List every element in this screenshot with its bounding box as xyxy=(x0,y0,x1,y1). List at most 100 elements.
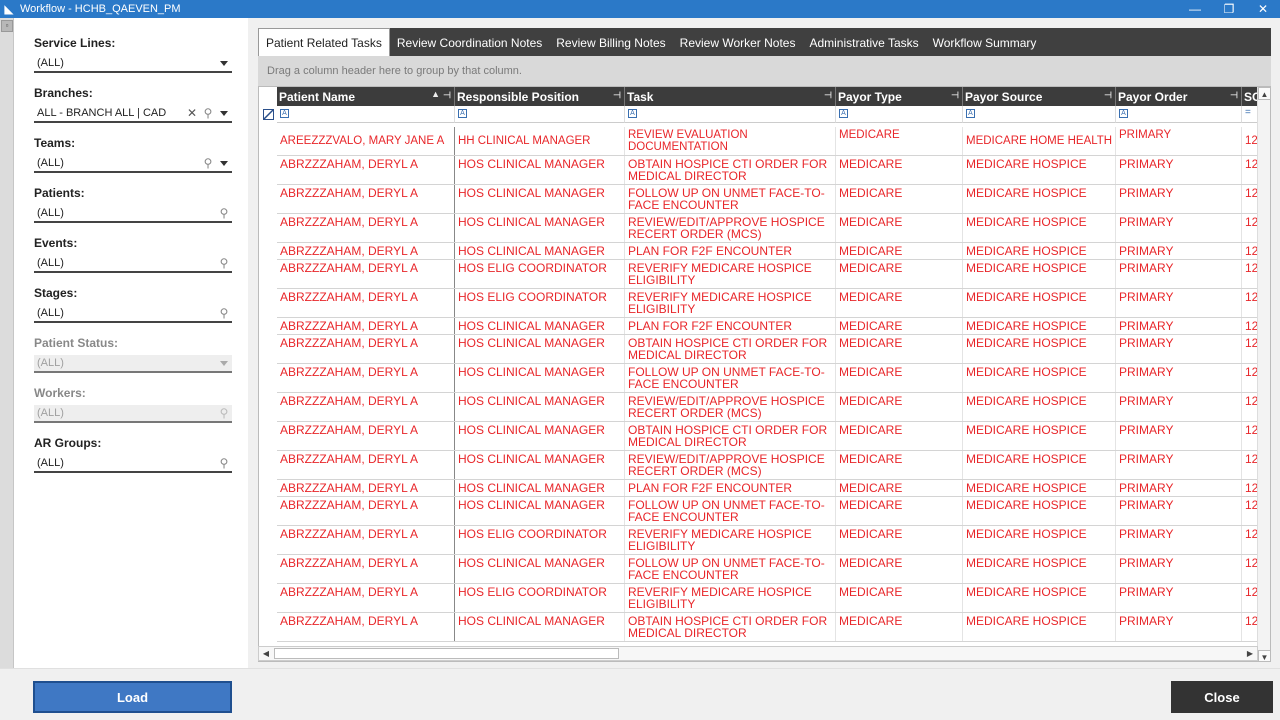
cell-payor-source[interactable]: MEDICARE HOSPICE xyxy=(963,318,1116,334)
search-icon[interactable]: ⚲ xyxy=(200,106,216,120)
cell-task[interactable]: PLAN FOR F2F ENCOUNTER xyxy=(625,480,836,496)
chevron-down-icon[interactable] xyxy=(220,60,228,66)
cell-payor-source[interactable]: MEDICARE HOSPICE xyxy=(963,526,1116,554)
cell-payor-source[interactable]: MEDICARE HOSPICE xyxy=(963,393,1116,421)
table-row[interactable]: ABRZZZAHAM, DERYL A HOS CLINICAL MANAGER O… xyxy=(277,335,1258,364)
cell-so[interactable]: 12/ xyxy=(1242,318,1258,334)
table-row[interactable]: ABRZZZAHAM, DERYL A HOS CLINICAL MANAGER P… xyxy=(277,318,1258,335)
cell-so[interactable]: 12/ xyxy=(1242,214,1258,242)
teams-dropdown[interactable]: (ALL) ⚲ xyxy=(34,155,232,173)
cell-payor-order[interactable]: PRIMARY xyxy=(1116,480,1242,496)
pin-icon[interactable]: ⊣ xyxy=(613,90,621,101)
search-icon[interactable]: ⚲ xyxy=(216,206,232,220)
cell-so[interactable]: 12/ xyxy=(1242,480,1258,496)
cell-payor-source[interactable]: MEDICARE HOSPICE xyxy=(963,584,1116,612)
cell-payor-order[interactable]: PRIMARY xyxy=(1116,526,1242,554)
cell-so[interactable]: 12/ xyxy=(1242,555,1258,583)
cell-responsible-position[interactable]: HOS CLINICAL MANAGER xyxy=(455,555,625,583)
scroll-up-icon[interactable]: ▲ xyxy=(1258,87,1270,100)
filter-operator-icon[interactable]: A xyxy=(458,109,467,118)
cell-payor-order[interactable]: PRIMARY xyxy=(1116,243,1242,259)
pin-panel-icon[interactable]: ▫ xyxy=(1,20,13,32)
cell-payor-order[interactable]: PRIMARY xyxy=(1116,289,1242,317)
cell-payor-order[interactable]: PRIMARY xyxy=(1116,451,1242,479)
cell-task[interactable]: REVERIFY MEDICARE HOSPICE ELIGIBILITY xyxy=(625,584,836,612)
cell-responsible-position[interactable]: HOS CLINICAL MANAGER xyxy=(455,156,625,184)
cell-payor-type[interactable]: MEDICARE xyxy=(836,185,963,213)
cell-payor-order[interactable]: PRIMARY xyxy=(1116,613,1242,641)
cell-task[interactable]: FOLLOW UP ON UNMET FACE-TO-FACE ENCOUNTE… xyxy=(625,364,836,392)
cell-responsible-position[interactable]: HOS CLINICAL MANAGER xyxy=(455,451,625,479)
cell-so[interactable]: 12/ xyxy=(1242,289,1258,317)
cell-payor-type[interactable]: MEDICARE xyxy=(836,422,963,450)
cell-task[interactable]: PLAN FOR F2F ENCOUNTER xyxy=(625,318,836,334)
cell-payor-type[interactable]: MEDICARE xyxy=(836,127,963,155)
table-row[interactable]: ABRZZZAHAM, DERYL A HOS CLINICAL MANAGER P… xyxy=(277,243,1258,260)
cell-payor-order[interactable]: PRIMARY xyxy=(1116,318,1242,334)
table-row[interactable]: ABRZZZAHAM, DERYL A HOS CLINICAL MANAGER R… xyxy=(277,214,1258,243)
cell-task[interactable]: FOLLOW UP ON UNMET FACE-TO-FACE ENCOUNTE… xyxy=(625,555,836,583)
branches-dropdown[interactable]: ALL - BRANCH ALL | CAD ✕ ⚲ xyxy=(34,105,232,123)
cell-responsible-position[interactable]: HOS CLINICAL MANAGER xyxy=(455,613,625,641)
filter-cell-payor-order[interactable]: A xyxy=(1116,106,1242,123)
maximize-button[interactable]: ❐ xyxy=(1212,0,1246,18)
cell-payor-source[interactable]: MEDICARE HOSPICE xyxy=(963,214,1116,242)
cell-payor-source[interactable]: MEDICARE HOSPICE xyxy=(963,422,1116,450)
cell-payor-type[interactable]: MEDICARE xyxy=(836,318,963,334)
table-row[interactable]: ABRZZZAHAM, DERYL A HOS CLINICAL MANAGER F… xyxy=(277,555,1258,584)
cell-responsible-position[interactable]: HOS CLINICAL MANAGER xyxy=(455,185,625,213)
column-header-payor-order[interactable]: Payor Order ⊣ xyxy=(1116,87,1242,106)
cell-patient-name[interactable]: ABRZZZAHAM, DERYL A xyxy=(277,214,455,242)
pin-icon[interactable]: ⊣ xyxy=(824,90,832,101)
column-header-payor-type[interactable]: Payor Type ⊣ xyxy=(836,87,963,106)
cell-payor-type[interactable]: MEDICARE xyxy=(836,393,963,421)
cell-payor-order[interactable]: PRIMARY xyxy=(1116,497,1242,525)
cell-patient-name[interactable]: ABRZZZAHAM, DERYL A xyxy=(277,497,455,525)
cell-payor-type[interactable]: MEDICARE xyxy=(836,156,963,184)
close-window-button[interactable]: ✕ xyxy=(1246,0,1280,18)
tab-administrative-tasks[interactable]: Administrative Tasks xyxy=(802,29,925,56)
cell-payor-type[interactable]: MEDICARE xyxy=(836,289,963,317)
table-row[interactable]: ABRZZZAHAM, DERYL A HOS CLINICAL MANAGER F… xyxy=(277,497,1258,526)
cell-responsible-position[interactable]: HOS ELIG COORDINATOR xyxy=(455,584,625,612)
equals-icon[interactable]: = xyxy=(1245,107,1251,118)
cell-responsible-position[interactable]: HOS CLINICAL MANAGER xyxy=(455,364,625,392)
cell-payor-source[interactable]: MEDICARE HOSPICE xyxy=(963,260,1116,288)
cell-responsible-position[interactable]: HOS ELIG COORDINATOR xyxy=(455,260,625,288)
chevron-down-icon[interactable] xyxy=(220,110,228,116)
cell-payor-type[interactable]: MEDICARE xyxy=(836,451,963,479)
column-header-payor-source[interactable]: Payor Source ⊣ xyxy=(963,87,1116,106)
cell-patient-name[interactable]: ABRZZZAHAM, DERYL A xyxy=(277,243,455,259)
filter-cell-responsible-position[interactable]: A xyxy=(455,106,625,123)
load-button[interactable]: Load xyxy=(33,681,232,713)
tab-patient-related-tasks[interactable]: Patient Related Tasks xyxy=(258,28,390,56)
cell-patient-name[interactable]: ABRZZZAHAM, DERYL A xyxy=(277,584,455,612)
table-row[interactable]: ABRZZZAHAM, DERYL A HOS CLINICAL MANAGER P… xyxy=(277,480,1258,497)
cell-responsible-position[interactable]: HOS CLINICAL MANAGER xyxy=(455,422,625,450)
table-row[interactable]: ABRZZZAHAM, DERYL A HOS ELIG COORDINATOR R… xyxy=(277,289,1258,318)
cell-payor-source[interactable]: MEDICARE HOSPICE xyxy=(963,451,1116,479)
cell-payor-type[interactable]: MEDICARE xyxy=(836,214,963,242)
cell-responsible-position[interactable]: HOS CLINICAL MANAGER xyxy=(455,497,625,525)
cell-so[interactable]: 12/ xyxy=(1242,451,1258,479)
pin-icon[interactable]: ⊣ xyxy=(951,90,959,101)
cell-payor-order[interactable]: PRIMARY xyxy=(1116,335,1242,363)
cell-task[interactable]: REVERIFY MEDICARE HOSPICE ELIGIBILITY xyxy=(625,289,836,317)
pin-icon[interactable]: ⊣ xyxy=(1104,90,1112,101)
filter-operator-icon[interactable]: A xyxy=(280,109,289,118)
service-lines-dropdown[interactable]: (ALL) xyxy=(34,55,232,73)
cell-payor-type[interactable]: MEDICARE xyxy=(836,260,963,288)
cell-task[interactable]: REVIEW EVALUATION DOCUMENTATION xyxy=(625,127,836,155)
ar-groups-search-field[interactable]: (ALL) ⚲ xyxy=(34,455,232,473)
cell-payor-order[interactable]: PRIMARY xyxy=(1116,156,1242,184)
column-header-so[interactable]: SO xyxy=(1242,87,1258,106)
filter-cell-payor-type[interactable]: A xyxy=(836,106,963,123)
cell-payor-source[interactable]: MEDICARE HOSPICE xyxy=(963,289,1116,317)
cell-so[interactable]: 12/ xyxy=(1242,613,1258,641)
table-row[interactable]: ABRZZZAHAM, DERYL A HOS CLINICAL MANAGER O… xyxy=(277,422,1258,451)
cell-patient-name[interactable]: ABRZZZAHAM, DERYL A xyxy=(277,318,455,334)
events-search-field[interactable]: (ALL) ⚲ xyxy=(34,255,232,273)
cell-responsible-position[interactable]: HOS CLINICAL MANAGER xyxy=(455,214,625,242)
patients-search-field[interactable]: (ALL) ⚲ xyxy=(34,205,232,223)
cell-payor-source[interactable]: MEDICARE HOSPICE xyxy=(963,613,1116,641)
